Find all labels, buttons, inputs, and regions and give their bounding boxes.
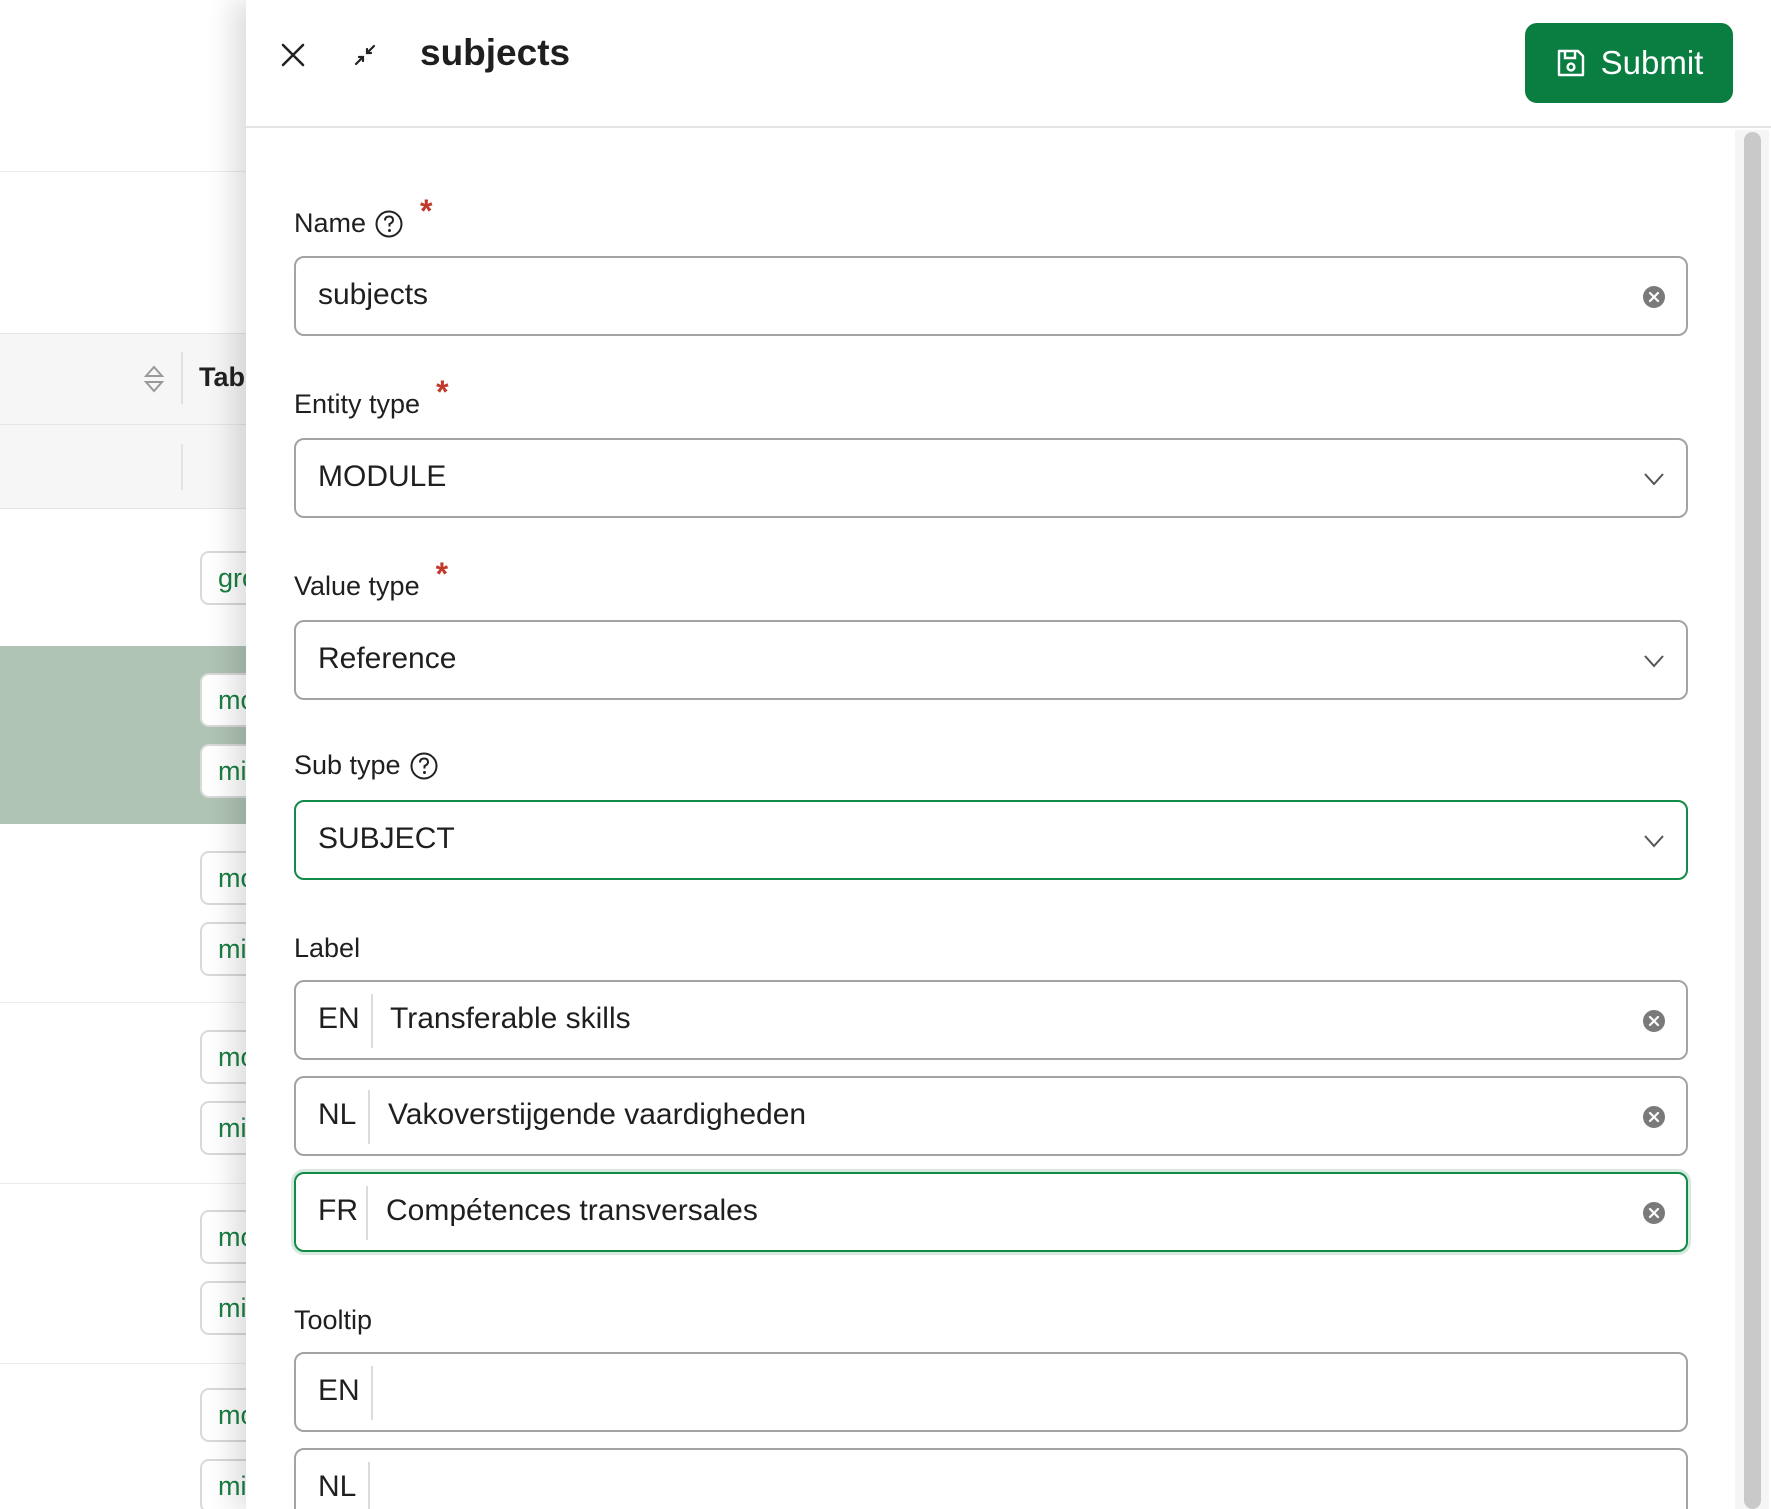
value-type-label-text: Value type [294, 571, 420, 601]
language-code: NL [318, 1098, 357, 1131]
language-code: FR [318, 1194, 358, 1227]
divider [0, 171, 260, 172]
name-label: Name * [294, 193, 432, 242]
clear-icon[interactable] [1642, 285, 1666, 309]
tooltip-field-label-text: Tooltip [294, 1305, 373, 1335]
clear-icon[interactable] [1642, 1105, 1666, 1129]
sort-icon[interactable] [143, 364, 165, 394]
label-input-fr[interactable]: FR Compétences transversales [294, 1172, 1688, 1252]
entity-type-value: MODULE [318, 460, 447, 493]
label-value-fr: Compétences transversales [386, 1194, 758, 1227]
required-marker: * [435, 556, 449, 592]
sub-type-label: Sub type [294, 750, 439, 781]
close-icon [281, 43, 305, 67]
tooltip-input-nl[interactable]: NL [294, 1448, 1688, 1509]
submit-button[interactable]: Submit [1525, 23, 1733, 103]
required-marker: * [420, 193, 433, 229]
label-value-en: Transferable skills [390, 1002, 631, 1035]
name-input-value: subjects [318, 278, 429, 311]
save-icon [1557, 49, 1584, 77]
language-code: EN [318, 1002, 360, 1035]
entity-type-select[interactable]: MODULE [294, 438, 1688, 518]
submit-label: Submit [1600, 44, 1704, 81]
divider [0, 1002, 260, 1003]
scrollbar-thumb[interactable] [1744, 132, 1761, 1509]
language-separator [366, 1186, 368, 1240]
clear-icon[interactable] [1642, 1201, 1666, 1225]
column-divider [181, 444, 183, 490]
language-separator [368, 1090, 370, 1144]
chevron-down-icon[interactable] [1642, 829, 1666, 853]
label-input-nl[interactable]: NL Vakoverstijgende vaardigheden [294, 1076, 1688, 1156]
collapse-button[interactable] [342, 32, 388, 78]
language-separator [371, 994, 373, 1048]
divider [0, 1363, 260, 1364]
table-filter-row [0, 425, 260, 509]
drawer-header: subjects Submit [246, 0, 1771, 128]
name-label-text: Name [294, 208, 367, 238]
label-field-label: Label [294, 933, 360, 964]
sub-type-label-text: Sub type [294, 750, 401, 780]
label-input-en[interactable]: EN Transferable skills [294, 980, 1688, 1060]
entity-type-label-text: Entity type [294, 389, 421, 419]
name-input[interactable]: subjects [294, 256, 1688, 336]
language-separator [371, 1366, 373, 1420]
help-icon[interactable] [409, 751, 439, 781]
value-type-label: Value type * [294, 556, 448, 605]
chevron-down-icon[interactable] [1642, 467, 1666, 491]
tooltip-input-en[interactable]: EN [294, 1352, 1688, 1432]
value-type-value: Reference [318, 642, 457, 675]
language-code: EN [318, 1374, 360, 1407]
value-type-select[interactable]: Reference [294, 620, 1688, 700]
chevron-down-icon[interactable] [1642, 649, 1666, 673]
collapse-icon [354, 44, 376, 66]
entity-type-label: Entity type * [294, 374, 449, 423]
divider [0, 1183, 260, 1184]
close-button[interactable] [270, 32, 316, 78]
drawer-title: subjects [420, 32, 571, 73]
edit-drawer: subjects Submit Name * subjects Entity t… [246, 0, 1771, 1509]
tooltip-field-label: Tooltip [294, 1305, 372, 1336]
clear-icon[interactable] [1642, 1009, 1666, 1033]
sub-type-value: SUBJECT [318, 822, 455, 855]
help-icon[interactable] [374, 209, 404, 239]
sub-type-select[interactable]: SUBJECT [294, 800, 1688, 880]
language-separator [368, 1462, 370, 1509]
language-code: NL [318, 1470, 357, 1503]
label-field-label-text: Label [294, 933, 361, 963]
label-value-nl: Vakoverstijgende vaardigheden [388, 1098, 807, 1131]
required-marker: * [436, 374, 449, 410]
column-divider [181, 352, 183, 404]
